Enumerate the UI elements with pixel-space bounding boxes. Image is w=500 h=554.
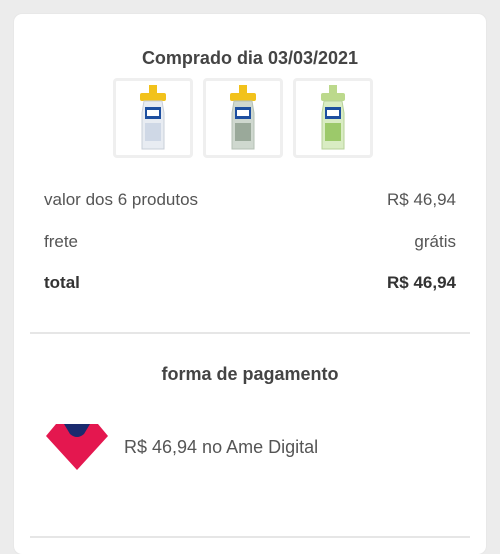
shipping-row: frete grátis xyxy=(44,232,456,252)
shipping-value: grátis xyxy=(414,232,456,251)
order-summary-card: Comprado dia 03/03/2021 valor dos 6 prod… xyxy=(14,14,486,554)
purchase-date-title: Comprado dia 03/03/2021 xyxy=(141,48,359,68)
product-thumbnail-1[interactable] xyxy=(113,78,193,158)
total-value: R$ 46,94 xyxy=(387,273,456,292)
products-value-amount: R$ 46,94 xyxy=(387,190,456,209)
product-thumbnail-2[interactable] xyxy=(203,78,283,158)
ame-digital-logo xyxy=(46,424,108,470)
payment-method-text: R$ 46,94 no Ame Digital xyxy=(124,436,319,457)
section-divider xyxy=(30,332,470,334)
payment-method-row: R$ 46,94 no Ame Digital xyxy=(44,422,318,472)
cleaner-bottle-green-icon xyxy=(230,85,256,150)
shipping-label: frete xyxy=(44,232,79,251)
products-value-row: valor dos 6 produtos R$ 46,94 xyxy=(44,190,456,210)
product-thumbnails xyxy=(113,78,373,158)
payment-method-title: forma de pagamento xyxy=(161,364,339,384)
total-row: total R$ 46,94 xyxy=(44,273,456,293)
cleaner-bottle-lime-icon xyxy=(321,85,345,150)
total-label: total xyxy=(44,273,80,292)
cleaner-bottle-yellow-icon xyxy=(140,85,166,150)
products-value-label: valor dos 6 produtos xyxy=(44,190,199,209)
section-divider-bottom xyxy=(30,536,470,538)
product-thumbnail-3[interactable] xyxy=(293,78,373,158)
